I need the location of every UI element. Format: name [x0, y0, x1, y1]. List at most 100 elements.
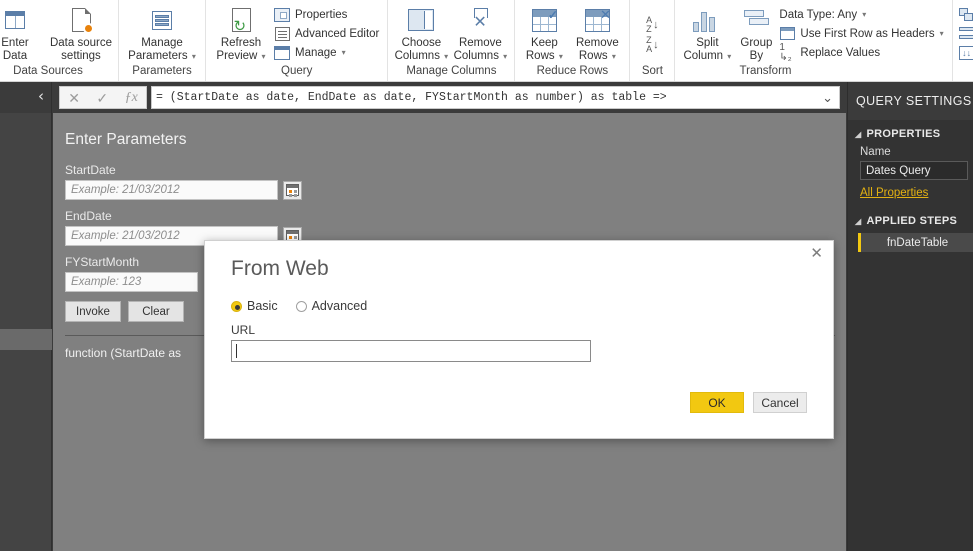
remove-columns-icon — [468, 6, 492, 34]
preview-empty-area — [53, 440, 846, 551]
query-settings-pane: QUERY SETTINGS ◢ PROPERTIES Name Dates Q… — [847, 82, 973, 551]
all-properties-link[interactable]: All Properties — [860, 187, 928, 199]
enter-data-button[interactable]: Enter Data — [0, 2, 48, 62]
chevron-down-icon[interactable]: ▾ — [259, 52, 266, 61]
enter-data-label: Enter Data — [1, 37, 29, 62]
replace-values-button[interactable]: 1 ↳₂ Replace Values — [777, 42, 947, 62]
merge-queries-icon — [958, 7, 973, 23]
remove-rows-label: Remove Rows ▾ — [575, 37, 619, 62]
keep-rows-icon: ✓ — [531, 6, 558, 34]
chevron-down-icon[interactable]: ▾ — [442, 52, 448, 61]
close-x-icon[interactable]: ✕ — [810, 245, 823, 261]
chevron-down-icon[interactable]: ▾ — [190, 52, 196, 61]
invoke-button[interactable]: Invoke — [65, 301, 121, 322]
ok-button[interactable]: OK — [690, 392, 744, 413]
group-by-label: Group By — [740, 37, 773, 62]
name-label: Name — [860, 146, 891, 158]
manage-parameters-icon — [152, 6, 172, 34]
chevron-down-icon[interactable]: ▾ — [725, 52, 731, 61]
dialog-mode-radios: Basic Advanced — [231, 299, 367, 313]
properties-button[interactable]: Properties — [272, 5, 383, 24]
split-column-label: Split Column ▾ — [683, 37, 732, 62]
queries-pane: ‹ — [0, 82, 52, 551]
radio-basic[interactable]: Basic — [231, 299, 278, 313]
cancel-button[interactable]: Cancel — [753, 392, 807, 413]
ribbon-group-title-combine: Combine — [957, 64, 973, 81]
ribbon-group-title-parameters: Parameters — [132, 65, 192, 77]
refresh-preview-button[interactable]: Refresh Preview ▾ — [210, 2, 272, 63]
fystartmonth-input[interactable]: Example: 123 — [65, 272, 198, 292]
data-type-button[interactable]: Data Type: Any ▾ — [777, 5, 947, 24]
ribbon-group-data-sources: Enter Data Data source settings Data Sou… — [0, 0, 119, 81]
combine-files-button[interactable]: ↓↓ Combine Files — [957, 43, 973, 62]
ribbon-group-title-query: Query — [281, 65, 313, 77]
text-cursor — [236, 344, 237, 358]
split-column-icon — [693, 6, 721, 34]
chevron-down-icon[interactable]: ▾ — [342, 48, 346, 57]
startdate-calendar-icon[interactable] — [283, 180, 302, 200]
applied-steps-label: APPLIED STEPS — [866, 215, 958, 227]
merge-queries-button[interactable]: Merge Queries ▾ — [957, 5, 973, 24]
properties-section-label: PROPERTIES — [866, 128, 941, 140]
manage-icon — [274, 45, 290, 61]
remove-columns-button[interactable]: Remove Columns ▾ — [450, 2, 510, 63]
dialog-actions: OK Cancel — [690, 392, 807, 413]
formula-bar-actions: ✕ ✓ ƒx — [59, 86, 147, 109]
formula-text: = (StartDate as date, EndDate as date, F… — [156, 91, 667, 104]
applied-steps-section-header[interactable]: ◢ APPLIED STEPS — [848, 215, 973, 227]
page-title: Enter Parameters — [65, 131, 187, 148]
data-source-settings-button[interactable]: Data source settings — [48, 2, 114, 62]
append-queries-button[interactable]: Append Queries ▾ — [957, 24, 973, 43]
sort-ascending-descending-icon: A Z ↓ Z A ↓ — [646, 15, 659, 54]
use-first-row-as-headers-icon — [779, 26, 795, 42]
advanced-editor-label: Advanced Editor — [295, 27, 380, 40]
url-input[interactable] — [231, 340, 591, 362]
sort-buttons[interactable]: A Z ↓ Z A ↓ — [634, 8, 670, 58]
keep-rows-label: Keep Rows ▾ — [525, 37, 563, 62]
remove-columns-label: Remove Columns ▾ — [453, 37, 508, 62]
cancel-x-icon[interactable]: ✕ — [68, 91, 80, 105]
enddate-label: EndDate — [65, 209, 112, 223]
chevron-down-icon[interactable]: ▾ — [610, 52, 616, 61]
choose-columns-button[interactable]: Choose Columns ▾ — [392, 2, 450, 63]
accept-check-icon[interactable]: ✓ — [96, 91, 108, 105]
group-by-button[interactable]: Group By — [735, 2, 777, 62]
data-type-label: Data Type: Any — [779, 8, 858, 21]
remove-rows-icon: ✕ — [584, 6, 611, 34]
chevron-down-icon[interactable]: ⌄ — [822, 91, 833, 106]
query-name-input[interactable]: Dates Query — [860, 161, 968, 180]
manage-parameters-button[interactable]: Manage Parameters ▾ — [123, 2, 201, 63]
choose-columns-icon — [408, 6, 435, 34]
formula-input[interactable]: = (StartDate as date, EndDate as date, F… — [151, 86, 840, 109]
applied-step-item[interactable]: fnDateTable — [858, 233, 973, 252]
split-column-button[interactable]: Split Column ▾ — [679, 2, 735, 63]
remove-rows-button[interactable]: ✕ Remove Rows ▾ — [569, 2, 625, 63]
chevron-down-icon[interactable]: ▾ — [862, 10, 866, 19]
manage-button[interactable]: Manage ▾ — [272, 43, 383, 62]
query-settings-title: QUERY SETTINGS — [856, 94, 972, 108]
advanced-editor-button[interactable]: Advanced Editor — [272, 24, 383, 43]
advanced-editor-icon — [274, 26, 290, 42]
chevron-down-icon[interactable]: ▾ — [940, 29, 944, 38]
properties-icon — [274, 7, 290, 23]
radio-basic-icon — [231, 300, 242, 312]
query-settings-body: ◢ PROPERTIES Name Dates Query All Proper… — [848, 120, 973, 551]
combine-files-icon: ↓↓ — [959, 45, 973, 61]
enter-data-icon — [5, 6, 25, 34]
startdate-label: StartDate — [65, 163, 116, 177]
chevron-down-icon[interactable]: ▾ — [557, 52, 563, 61]
use-first-row-as-headers-button[interactable]: Use First Row as Headers ▾ — [777, 24, 947, 43]
ribbon-group-title-transform: Transform — [739, 65, 792, 77]
fx-icon[interactable]: ƒx — [125, 90, 138, 105]
chevron-left-icon[interactable]: ‹ — [38, 88, 44, 104]
clear-button[interactable]: Clear — [128, 301, 184, 322]
properties-section-header[interactable]: ◢ PROPERTIES — [848, 128, 973, 140]
properties-label: Properties — [295, 8, 348, 21]
startdate-input[interactable]: Example: 21/03/2012 — [65, 180, 278, 200]
keep-rows-button[interactable]: ✓ Keep Rows ▾ — [519, 2, 569, 63]
chevron-down-icon[interactable]: ▾ — [501, 52, 507, 61]
radio-advanced[interactable]: Advanced — [295, 299, 367, 313]
choose-columns-label: Choose Columns ▾ — [394, 37, 449, 62]
query-list-item-selected[interactable] — [0, 329, 52, 350]
data-source-settings-icon — [71, 6, 94, 34]
